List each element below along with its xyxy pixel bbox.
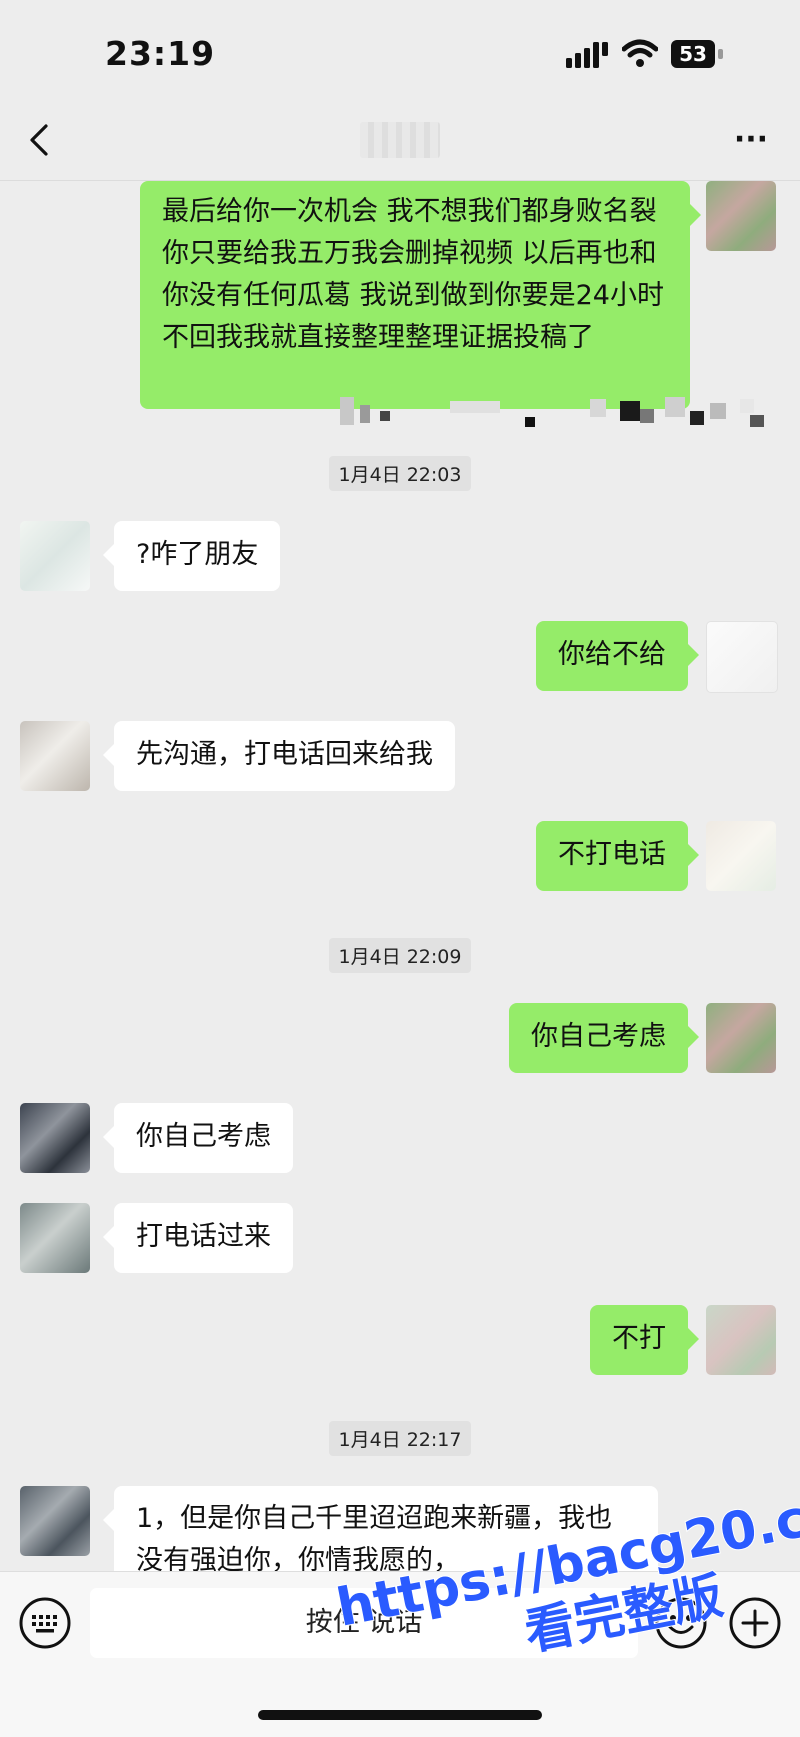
chevron-left-icon[interactable]	[24, 120, 54, 160]
message-bubble-outgoing[interactable]: 不打电话	[536, 821, 699, 891]
status-time: 23:19	[105, 34, 216, 73]
status-bar: 23:19 53	[0, 0, 800, 100]
message-bubble-outgoing[interactable]: 你自己考虑	[509, 1003, 699, 1073]
avatar-self[interactable]	[706, 621, 778, 693]
message-bubble-incoming[interactable]: 你自己考虑	[103, 1103, 293, 1173]
avatar-contact[interactable]	[20, 721, 90, 791]
message-text: 你给不给	[558, 639, 666, 670]
chat-header: ···	[0, 100, 800, 181]
redacted-block	[320, 391, 770, 431]
avatar-contact[interactable]	[20, 1486, 90, 1556]
battery-level: 53	[671, 40, 715, 68]
avatar-contact[interactable]	[20, 521, 90, 591]
avatar-contact[interactable]	[20, 1203, 90, 1273]
timestamp: 1月4日 22:09	[0, 938, 800, 973]
message-text: 你自己考虑	[531, 1021, 666, 1052]
avatar-self[interactable]	[706, 1305, 776, 1375]
message-bubble-outgoing[interactable]: 最后给你一次机会 我不想我们都身败名裂 你只要给我五万我会删掉视频 以后再也和你…	[140, 181, 701, 409]
cellular-signal-icon	[566, 42, 608, 68]
avatar-contact[interactable]	[20, 1103, 90, 1173]
message-text: 不打	[612, 1323, 666, 1354]
message-bubble-incoming[interactable]: 先沟通，打电话回来给我	[103, 721, 455, 791]
keyboard-icon[interactable]	[18, 1596, 72, 1650]
timestamp: 1月4日 22:03	[0, 456, 800, 491]
wifi-icon	[622, 39, 658, 67]
avatar-self[interactable]	[706, 1003, 776, 1073]
message-list[interactable]: 最后给你一次机会 我不想我们都身败名裂 你只要给我五万我会删掉视频 以后再也和你…	[0, 181, 800, 1571]
message-text: 打电话过来	[136, 1221, 271, 1252]
contact-name-redacted	[360, 122, 440, 158]
home-indicator	[258, 1710, 542, 1720]
message-bubble-outgoing[interactable]: 你给不给	[536, 621, 699, 691]
message-bubble-outgoing[interactable]: 不打	[590, 1305, 699, 1375]
battery-icon: 53	[671, 40, 725, 68]
timestamp: 1月4日 22:17	[0, 1421, 800, 1456]
message-bubble-incoming[interactable]: 打电话过来	[103, 1203, 293, 1273]
message-text: 先沟通，打电话回来给我	[136, 739, 433, 770]
more-options-icon[interactable]: ···	[731, 122, 771, 158]
message-text: ?咋了朋友	[136, 539, 259, 570]
message-text: 最后给你一次机会 我不想我们都身败名裂 你只要给我五万我会删掉视频 以后再也和你…	[162, 196, 664, 353]
message-text: 你自己考虑	[136, 1121, 271, 1152]
avatar-self[interactable]	[706, 821, 776, 891]
message-bubble-incoming[interactable]: ?咋了朋友	[102, 521, 281, 591]
message-text: 不打电话	[558, 839, 666, 870]
avatar-self[interactable]	[706, 181, 776, 251]
